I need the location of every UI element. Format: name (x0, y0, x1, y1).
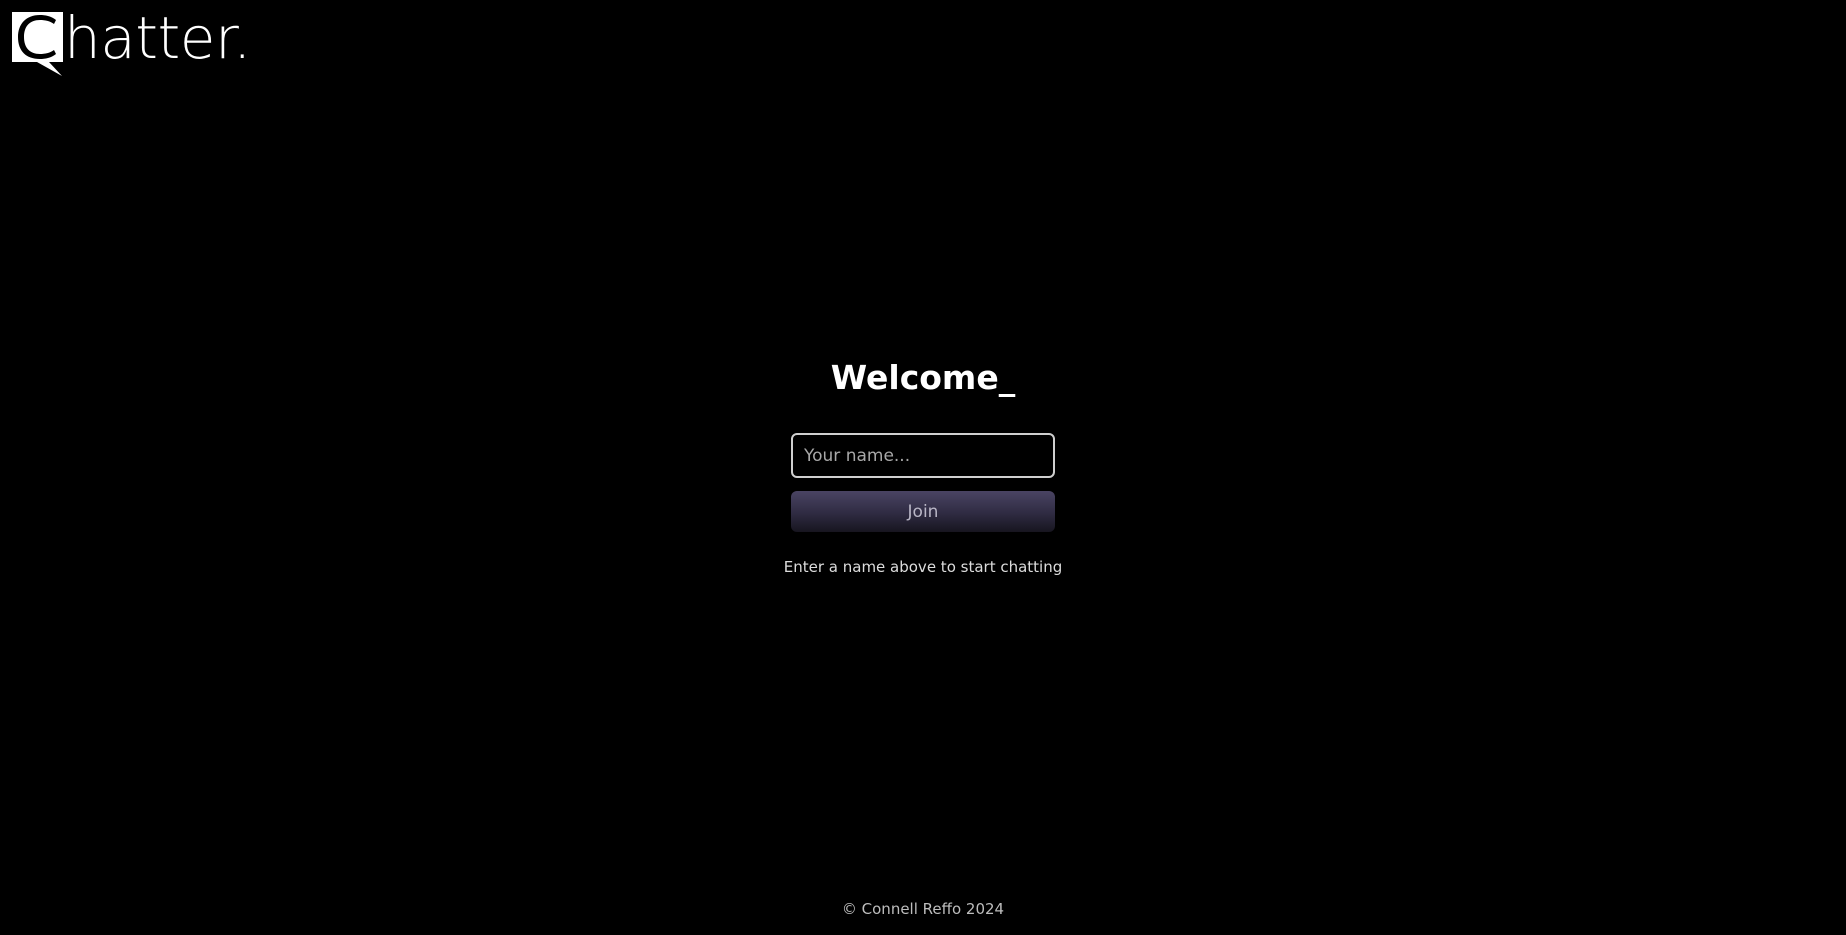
join-button[interactable]: Join (791, 491, 1055, 532)
page-title: Welcome_ (830, 358, 1016, 397)
name-input[interactable] (791, 433, 1055, 478)
chat-bubble-icon (12, 12, 63, 76)
footer-copyright: © Connell Reffo 2024 (841, 900, 1005, 918)
hint-text: Enter a name above to start chatting (783, 558, 1063, 576)
logo[interactable]: hatter. (12, 4, 251, 76)
logo-text: hatter. (64, 4, 251, 72)
page: hatter. Welcome_ Join Enter a name above… (0, 0, 1846, 935)
